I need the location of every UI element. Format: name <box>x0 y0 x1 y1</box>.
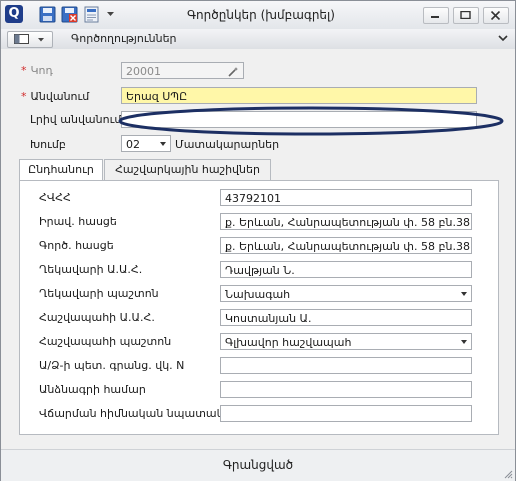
minimize-button[interactable] <box>423 7 449 24</box>
name-label: * Անվանում <box>21 90 90 103</box>
chevron-down-icon <box>38 38 44 42</box>
accountant-name-field[interactable]: Կոստանյան Ա. <box>220 309 472 326</box>
code-label: * Կոդ <box>21 64 53 77</box>
code-value: 20001 <box>126 65 161 78</box>
legal-address-field[interactable]: ք. Երևան, Հանրապետության փ. 58 բն.38 <box>220 213 472 230</box>
actions-bar: Գործողություններ <box>1 29 515 50</box>
collapse-chevron-icon[interactable] <box>497 32 509 44</box>
tin-label: ՀՎՀՀ <box>39 191 71 204</box>
dropdown-arrow-icon <box>461 340 467 344</box>
passport-field[interactable] <box>220 381 472 398</box>
actions-label[interactable]: Գործողություններ <box>71 32 177 45</box>
director-position-value: Նախագահ <box>225 288 291 301</box>
partner-edit-window: Q Գործընկեր (խմբագրել) Գործողություններ … <box>0 0 516 481</box>
tab-general[interactable]: Ընդհանուր <box>19 159 103 181</box>
legal-address-label: Իրավ. հասցե <box>39 215 117 228</box>
dropdown-arrow-icon <box>160 142 166 146</box>
fullname-label: Լրիվ անվանում <box>30 113 122 126</box>
maximize-icon <box>460 11 471 19</box>
save-icon[interactable] <box>39 6 56 23</box>
accountant-name-label: Հաշվապահի Ա.Ա.Հ. <box>39 311 155 324</box>
required-marker: * <box>21 64 27 77</box>
payment-basis-label: Վճարման հիմնական նպատակ <box>39 407 224 420</box>
director-position-dropdown[interactable]: Նախագահ <box>220 285 472 302</box>
form-area: * Կոդ 20001 * Անվանում Երազ ՍՊԸ Լրիվ անվան… <box>1 49 515 449</box>
status-text: Գրանցված <box>222 458 294 472</box>
group-label: Խումբ <box>30 138 66 151</box>
required-marker: * <box>21 90 27 103</box>
code-field[interactable]: 20001 <box>121 62 244 79</box>
window-title: Գործընկեր (խմբագրել) <box>187 8 335 22</box>
status-bar: Գրանցված <box>1 449 515 481</box>
director-name-label: Ղեկավարի Ա.Ա.Հ. <box>39 263 143 276</box>
actual-address-label: Գործ. հասցե <box>39 239 114 252</box>
actual-address-field[interactable]: ք. Երևան, Հանրապետության փ. 58 բն.38 <box>220 237 472 254</box>
passport-label: Անձնագրի համար <box>39 383 146 396</box>
save-close-icon[interactable] <box>61 6 78 23</box>
registration-field[interactable] <box>220 357 472 374</box>
accountant-position-value: Գլխավոր հաշվապահ <box>225 336 352 349</box>
quick-access-dropdown-icon[interactable] <box>107 12 115 18</box>
accountant-position-dropdown[interactable]: Գլխավոր հաշվապահ <box>220 333 472 350</box>
panel-toggle-button[interactable] <box>7 31 53 48</box>
accountant-position-label: Հաշվապահի պաշտոն <box>39 335 172 348</box>
resize-grip-icon[interactable] <box>503 469 513 479</box>
panel-layout-icon <box>14 34 29 44</box>
minimize-icon <box>431 16 439 18</box>
magic-wand-icon[interactable] <box>228 66 239 77</box>
name-field[interactable]: Երազ ՍՊԸ <box>121 87 477 104</box>
group-dropdown[interactable]: 02 <box>121 135 171 152</box>
director-position-label: Ղեկավարի պաշտոն <box>39 287 159 300</box>
group-description: Մատակարարներ <box>175 138 280 151</box>
director-name-field[interactable]: Դավթյան Ն. <box>220 261 472 278</box>
tin-field[interactable]: 43792101 <box>220 189 472 206</box>
dropdown-arrow-icon <box>461 292 467 296</box>
close-icon <box>490 11 501 20</box>
group-value: 02 <box>126 138 140 151</box>
tab-bank-accounts[interactable]: Հաշվարկային հաշիվներ <box>104 159 271 180</box>
maximize-button[interactable] <box>453 7 479 24</box>
close-button[interactable] <box>483 7 509 24</box>
app-logo-icon[interactable]: Q <box>5 5 23 23</box>
registration-label: Ա/Ձ-ի պետ. գրանց. վկ. N <box>39 359 185 372</box>
payment-basis-field[interactable] <box>220 405 472 422</box>
annotation-ellipse <box>118 106 504 136</box>
document-icon[interactable] <box>83 6 100 23</box>
title-bar: Q Գործընկեր (խմբագրել) <box>1 1 515 30</box>
